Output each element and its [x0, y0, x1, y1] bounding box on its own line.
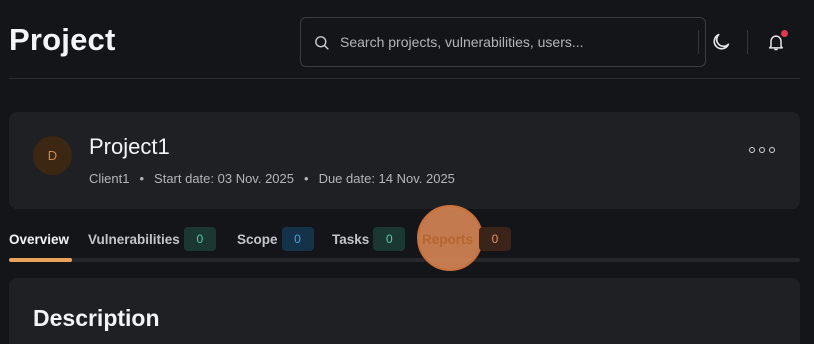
- count-badge: 0: [373, 227, 406, 251]
- more-options-button[interactable]: [749, 142, 775, 158]
- project-tabs: Overview Vulnerabilities 0 Scope 0 Tasks…: [9, 226, 800, 262]
- notification-dot: [781, 30, 788, 37]
- count-badge: 0: [281, 227, 314, 251]
- meta-separator: •: [304, 171, 309, 186]
- count-badge: 0: [479, 227, 512, 251]
- header-divider-right: [747, 30, 748, 54]
- tab-reports[interactable]: Reports 0: [422, 226, 512, 252]
- more-dot-icon: [759, 147, 765, 153]
- notifications-button[interactable]: [761, 27, 791, 57]
- header-divider-left: [698, 30, 699, 54]
- tab-label: Overview: [9, 231, 70, 247]
- client-name: Client1: [89, 171, 130, 186]
- due-date: Due date: 14 Nov. 2025: [318, 171, 455, 186]
- description-card: Description: [9, 278, 800, 344]
- meta-separator: •: [139, 171, 145, 186]
- avatar: D: [33, 136, 72, 175]
- search-input[interactable]: [340, 34, 680, 50]
- project-page: Project D Project1 Client1 • Start date:…: [0, 0, 814, 344]
- active-tab-indicator: [9, 258, 72, 262]
- tab-tasks[interactable]: Tasks 0: [332, 226, 406, 252]
- header-divider: [9, 78, 800, 79]
- project-name: Project1: [89, 134, 170, 159]
- search-icon: [315, 35, 329, 50]
- tab-scope[interactable]: Scope 0: [237, 226, 314, 252]
- project-meta: Client1 • Start date: 03 Nov. 2025 • Due…: [89, 171, 455, 186]
- tab-label: Scope: [237, 231, 278, 247]
- moon-icon: [713, 33, 730, 50]
- theme-toggle-button[interactable]: [706, 27, 736, 57]
- tab-label: Tasks: [332, 231, 370, 247]
- tab-vulnerabilities[interactable]: Vulnerabilities 0: [88, 226, 216, 252]
- project-card: D Project1 Client1 • Start date: 03 Nov.…: [9, 112, 800, 209]
- tab-label: Reports: [422, 231, 474, 247]
- search-bar[interactable]: [300, 17, 706, 67]
- description-title: Description: [33, 305, 160, 331]
- count-badge: 0: [183, 227, 216, 251]
- tab-label: Vulnerabilities: [88, 231, 180, 247]
- more-dot-icon: [769, 147, 775, 153]
- start-date: Start date: 03 Nov. 2025: [154, 171, 294, 186]
- page-title: Project: [9, 22, 116, 57]
- tab-overview[interactable]: Overview: [9, 226, 69, 252]
- tabs-track: [9, 258, 800, 262]
- more-dot-icon: [749, 147, 755, 153]
